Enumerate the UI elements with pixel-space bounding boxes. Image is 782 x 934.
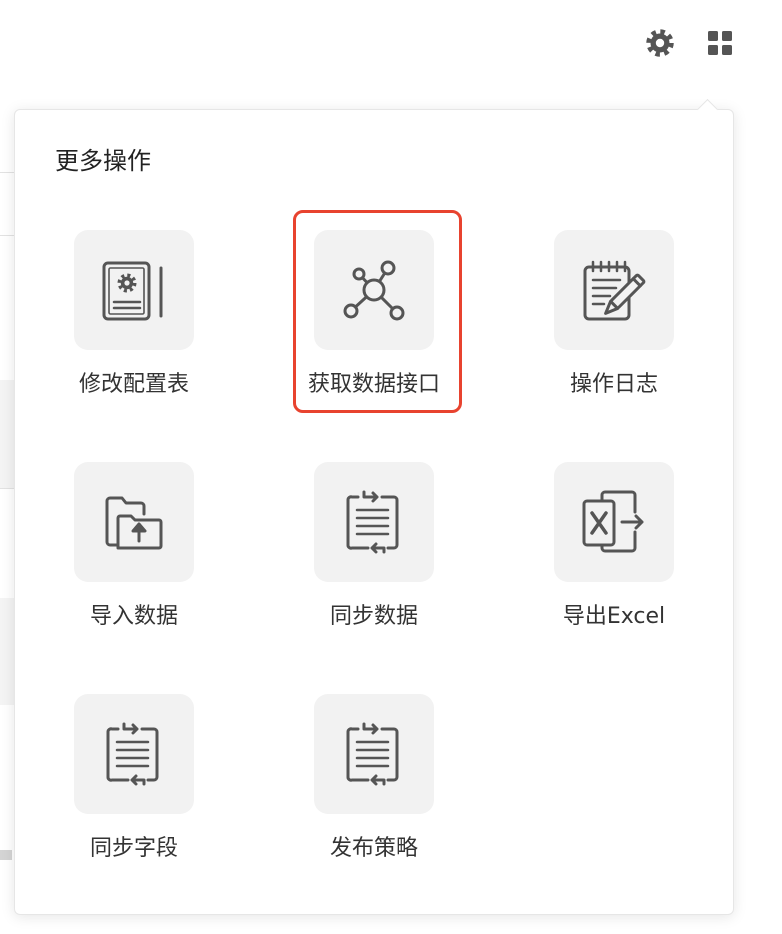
excel-export-icon <box>582 490 644 553</box>
popover-arrow <box>696 98 719 121</box>
document-sync-icon <box>106 722 159 786</box>
action-tile[interactable] <box>554 462 674 582</box>
action-item-get-data-api[interactable]: 获取数据接口 <box>274 210 474 462</box>
action-tile[interactable] <box>74 694 194 814</box>
action-label: 获取数据接口 <box>307 372 440 397</box>
background-divider <box>0 235 14 236</box>
action-item-import-data[interactable]: 导入数据 <box>34 462 234 694</box>
action-item-publish-policy[interactable]: 发布策略 <box>274 694 474 926</box>
gear-icon <box>646 29 674 57</box>
action-tile[interactable] <box>314 694 434 814</box>
more-actions-popover: 更多操作 修改配置表 获取数据接口 操作日志 导入数据 同步数据 导出Excel… <box>14 98 734 915</box>
action-tile[interactable] <box>74 462 194 582</box>
background-row <box>0 380 14 488</box>
action-item-modify-config[interactable]: 修改配置表 <box>34 230 234 462</box>
grid-icon <box>708 31 732 55</box>
apps-menu-button[interactable] <box>708 31 732 55</box>
action-label: 同步数据 <box>329 604 418 629</box>
background-divider <box>0 488 14 489</box>
folder-upload-icon <box>105 496 163 550</box>
popover-title: 更多操作 <box>55 147 151 175</box>
action-tile[interactable] <box>554 230 674 350</box>
settings-button[interactable] <box>644 27 676 59</box>
document-sync-icon <box>346 490 399 554</box>
action-label: 发布策略 <box>329 836 418 861</box>
action-item-sync-fields[interactable]: 同步字段 <box>34 694 234 926</box>
actions-grid: 修改配置表 获取数据接口 操作日志 导入数据 同步数据 导出Excel 同步字段… <box>34 210 714 926</box>
action-tile[interactable] <box>314 462 434 582</box>
background-scroll-bar <box>0 850 12 860</box>
action-tile[interactable] <box>74 230 194 350</box>
action-item-sync-data[interactable]: 同步数据 <box>274 462 474 694</box>
background-divider <box>0 172 14 173</box>
action-item-operation-log[interactable]: 操作日志 <box>514 230 714 462</box>
background-row <box>0 598 14 705</box>
action-label: 同步字段 <box>89 836 178 861</box>
action-label: 修改配置表 <box>78 372 189 397</box>
action-item-export-excel[interactable]: 导出Excel <box>514 462 714 694</box>
action-tile[interactable] <box>314 230 434 350</box>
config-document-icon <box>102 261 163 321</box>
action-label: 操作日志 <box>569 372 658 397</box>
notepad-pencil-icon <box>583 260 646 321</box>
action-label: 导入数据 <box>89 604 178 629</box>
action-label: 导出Excel <box>562 604 666 629</box>
network-nodes-icon <box>343 260 405 321</box>
document-sync-icon <box>346 722 399 786</box>
